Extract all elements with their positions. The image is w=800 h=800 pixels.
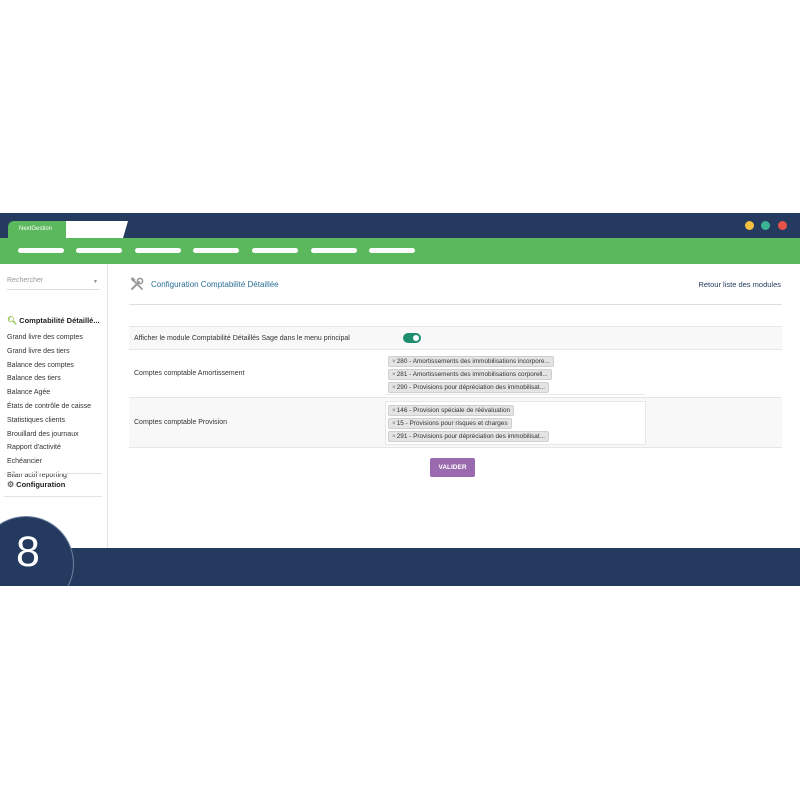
chip-label: 281 - Amortissements des immobilisations…: [396, 371, 548, 378]
provision-multiselect[interactable]: ×146 - Provision spéciale de réévaluatio…: [385, 401, 646, 445]
show-module-toggle[interactable]: [403, 333, 421, 343]
remove-icon[interactable]: ×: [392, 384, 396, 391]
remove-icon[interactable]: ×: [392, 371, 396, 378]
nav-item-4[interactable]: [193, 248, 239, 253]
nav-item-7[interactable]: [369, 248, 415, 253]
sidebar-item[interactable]: Grand livre des comptes: [7, 332, 91, 346]
nav-item-6[interactable]: [311, 248, 357, 253]
nav-item-5[interactable]: [252, 248, 298, 253]
divider: [129, 304, 782, 305]
page-title-text: Configuration Comptabilité Détaillée: [151, 280, 279, 289]
chevron-down-icon: ▼: [93, 279, 98, 285]
amortissement-multiselect[interactable]: ×280 - Amortissements des immobilisation…: [385, 353, 646, 395]
chip-label: 290 - Provisions pour dépréciation des i…: [396, 384, 545, 391]
sidebar-item[interactable]: Statistiques clients: [7, 415, 91, 429]
footer-bar: [0, 548, 800, 586]
toggle-knob: [413, 335, 419, 341]
sidebar-menu: Grand livre des comptes Grand livre des …: [7, 332, 91, 484]
minimize-dot[interactable]: [745, 221, 754, 230]
setting-label: Comptes comptable Provision: [134, 419, 227, 426]
sidebar-item[interactable]: Balance des tiers: [7, 373, 91, 387]
sidebar-section-comptabilite[interactable]: 🔍︎ Comptabilité Détaillé...: [7, 316, 100, 325]
divider: [4, 496, 102, 497]
search-placeholder: Rechercher: [7, 277, 44, 284]
setting-row-provision: Comptes comptable Provision ×146 - Provi…: [129, 398, 782, 448]
tools-icon: [130, 277, 144, 290]
sidebar-item[interactable]: États de contrôle de caisse: [7, 401, 91, 415]
search-input[interactable]: Rechercher ▼: [7, 277, 100, 290]
tab-new[interactable]: [66, 221, 128, 238]
setting-row-amortissement: Comptes comptable Amortissement ×280 - A…: [129, 350, 782, 398]
chip-label: 146 - Provision spéciale de réévaluation: [396, 407, 511, 414]
section-title: Comptabilité Détaillé...: [19, 316, 100, 325]
sidebar: Rechercher ▼ 🔍︎ Comptabilité Détaillé... …: [0, 264, 108, 548]
remove-icon[interactable]: ×: [392, 433, 396, 440]
gear-icon: ⚙: [7, 480, 15, 489]
sidebar-item[interactable]: Balance des comptes: [7, 360, 91, 374]
title-bar: NextGestion: [0, 213, 800, 238]
app-window: NextGestion Rechercher ▼ 🔍︎ Comptabilité …: [0, 213, 800, 586]
close-dot[interactable]: [778, 221, 787, 230]
sidebar-item[interactable]: Rapport d'activité: [7, 442, 91, 456]
selected-chip[interactable]: ×290 - Provisions pour dépréciation des …: [388, 382, 549, 393]
config-label: Configuration: [16, 480, 66, 489]
sidebar-item[interactable]: Balance Agée: [7, 387, 91, 401]
top-nav-bar: [0, 238, 800, 264]
page-title: Configuration Comptabilité Détaillée: [130, 277, 279, 290]
nav-item-1[interactable]: [18, 248, 64, 253]
setting-label: Afficher le module Comptabilité Détaillé…: [134, 335, 350, 342]
chip-label: 291 - Provisions pour dépréciation des i…: [396, 433, 545, 440]
maximize-dot[interactable]: [761, 221, 770, 230]
chip-label: 280 - Amortissements des immobilisations…: [396, 358, 550, 365]
remove-icon[interactable]: ×: [392, 420, 396, 427]
remove-icon[interactable]: ×: [392, 358, 396, 365]
back-to-modules-link[interactable]: Retour liste des modules: [698, 280, 781, 289]
search-icon: 🔍︎: [7, 316, 18, 325]
divider: [4, 473, 102, 474]
validate-button[interactable]: VALIDER: [430, 458, 475, 477]
nav-item-3[interactable]: [135, 248, 181, 253]
sidebar-item[interactable]: Echéancier: [7, 456, 91, 470]
setting-label: Comptes comptable Amortissement: [134, 370, 245, 377]
tab-nextgestion[interactable]: NextGestion: [8, 221, 72, 238]
selected-chip[interactable]: ×146 - Provision spéciale de réévaluatio…: [388, 405, 515, 416]
main-content: Configuration Comptabilité Détaillée Ret…: [108, 264, 800, 548]
setting-row-show-module: Afficher le module Comptabilité Détaillé…: [129, 326, 782, 350]
sidebar-item-configuration[interactable]: ⚙ Configuration: [7, 480, 65, 489]
selected-chip[interactable]: ×280 - Amortissements des immobilisation…: [388, 356, 554, 367]
sidebar-item[interactable]: Grand livre des tiers: [7, 346, 91, 360]
sidebar-item[interactable]: Brouillard des journaux: [7, 429, 91, 443]
chip-label: 15 - Provisions pour risques et charges: [396, 420, 508, 427]
selected-chip[interactable]: ×291 - Provisions pour dépréciation des …: [388, 431, 549, 442]
nav-item-2[interactable]: [76, 248, 122, 253]
selected-chip[interactable]: ×281 - Amortissements des immobilisation…: [388, 369, 552, 380]
remove-icon[interactable]: ×: [392, 407, 396, 414]
step-number: 8: [16, 528, 40, 576]
selected-chip[interactable]: ×15 - Provisions pour risques et charges: [388, 418, 512, 429]
